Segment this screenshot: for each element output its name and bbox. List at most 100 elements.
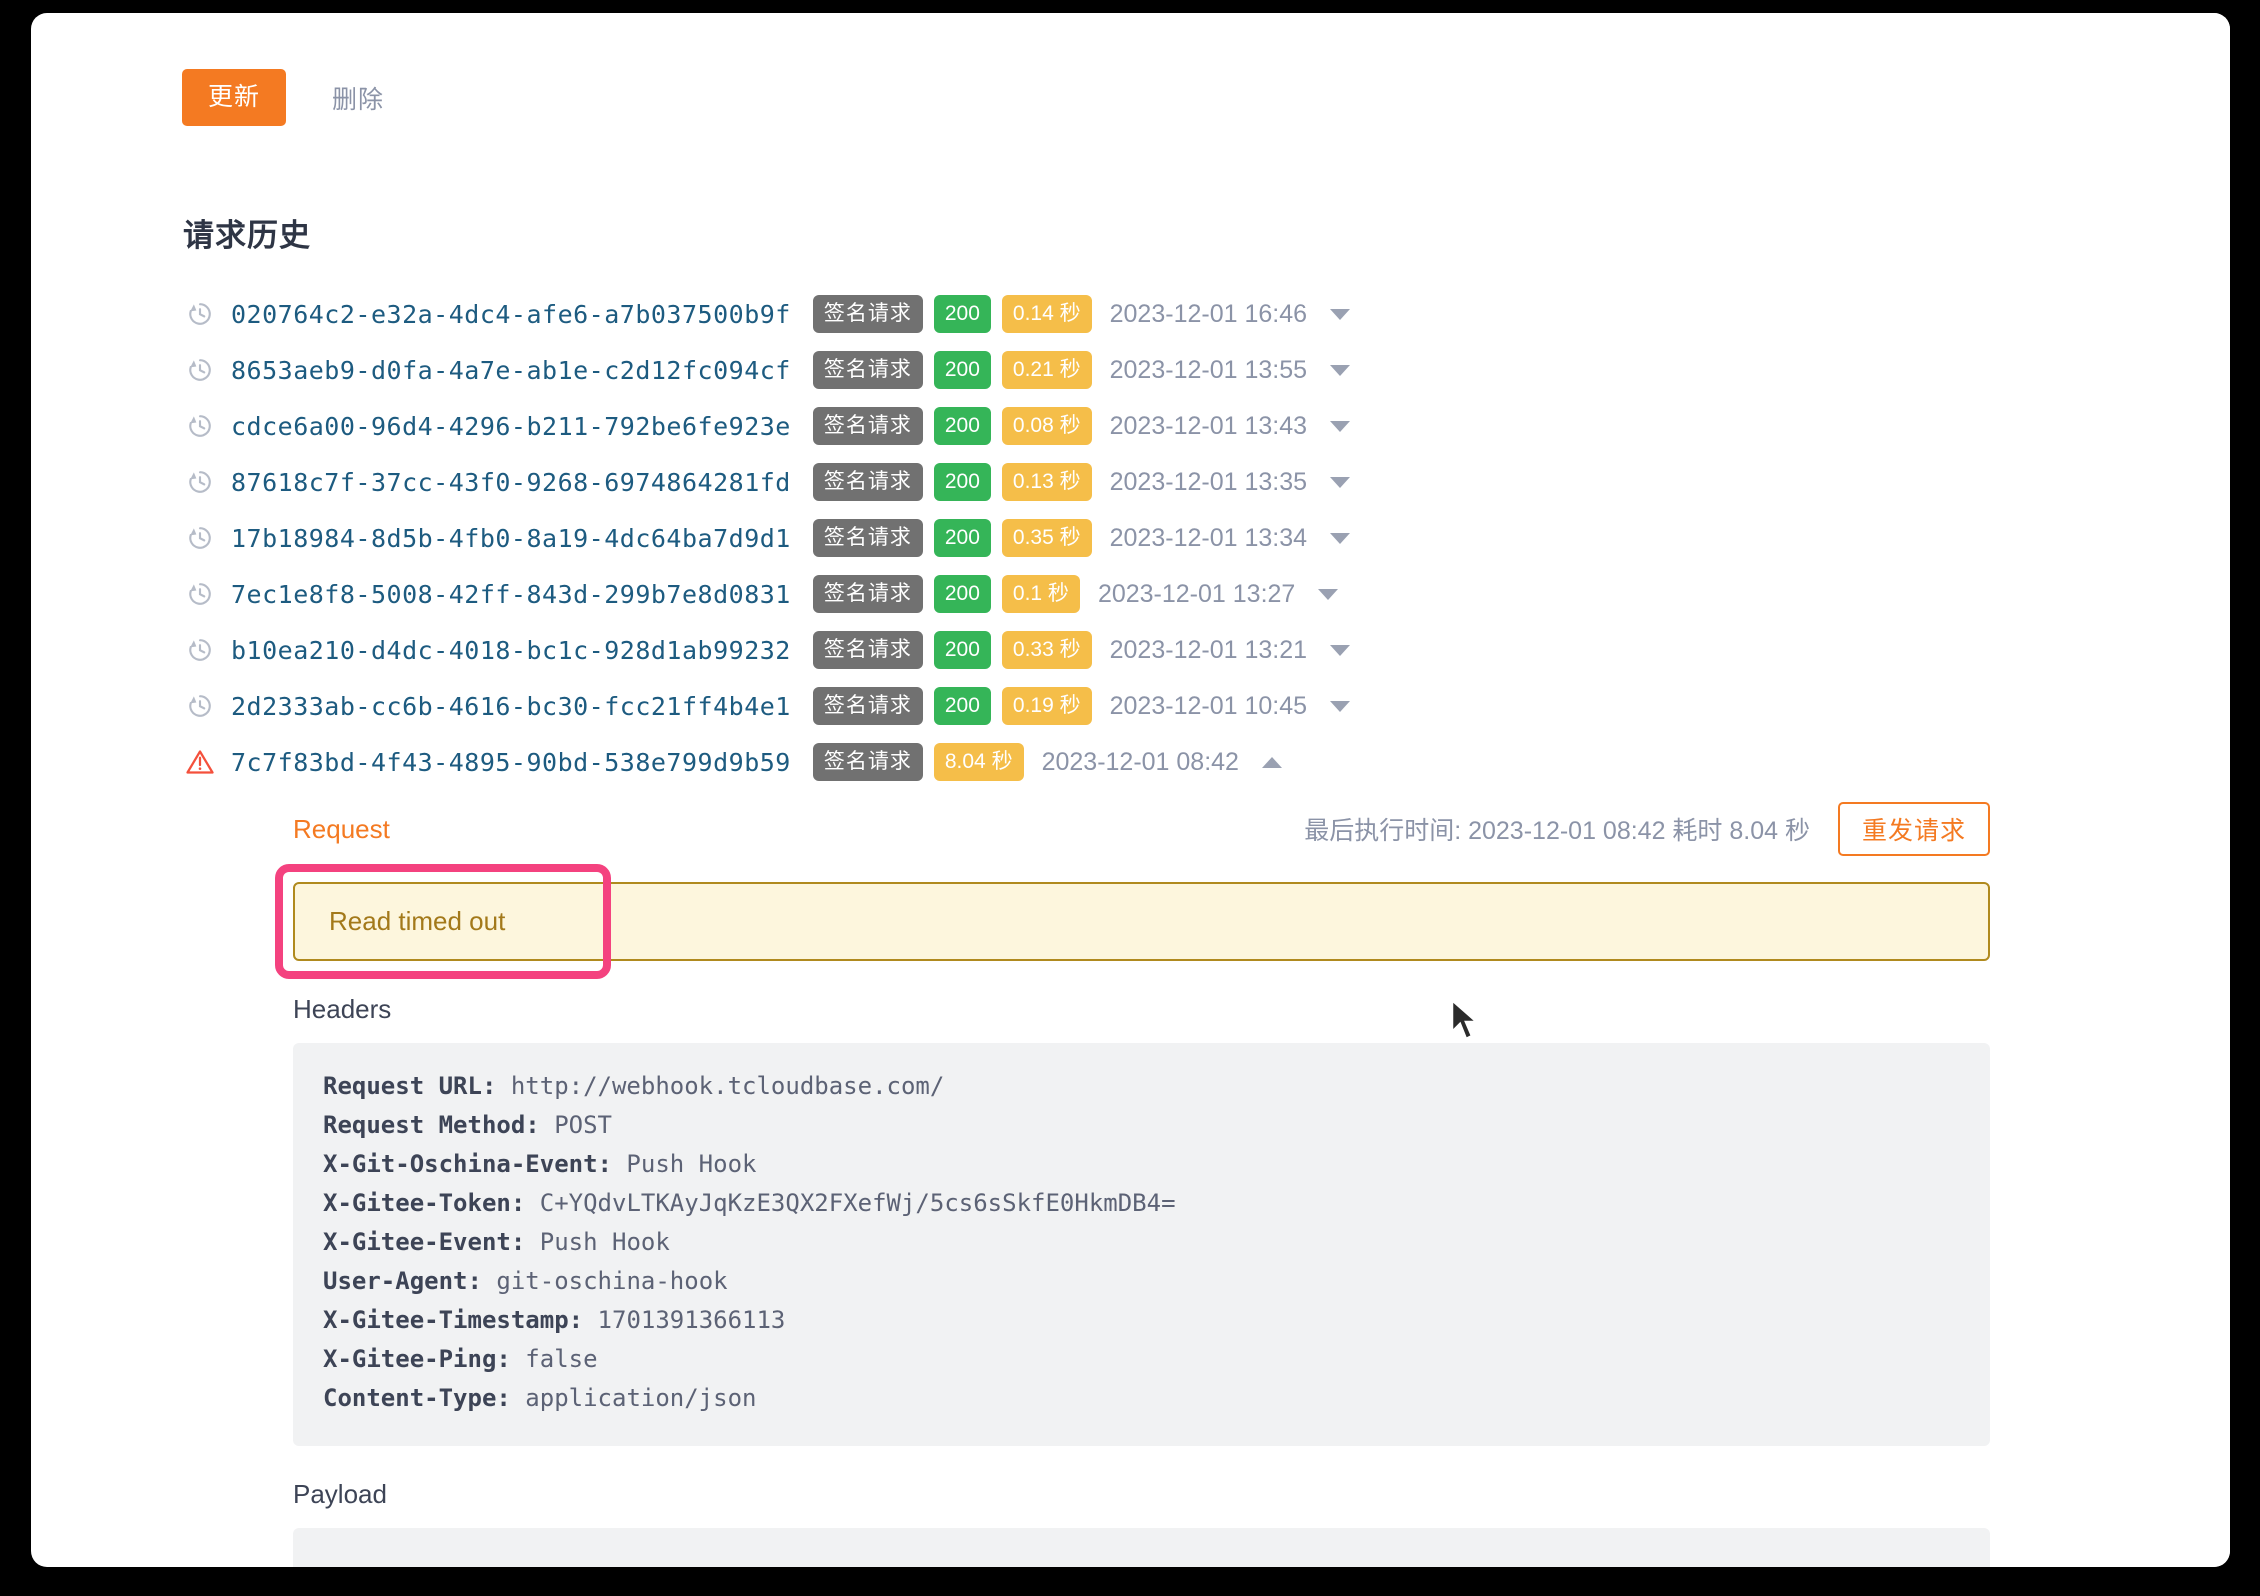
history-row[interactable]: 7c7f83bd-4f43-4895-90bd-538e799d9b59 签名请求… bbox=[183, 734, 2143, 790]
history-row[interactable]: 7ec1e8f8-5008-42ff-843d-299b7e8d0831 签名请求… bbox=[183, 566, 2143, 622]
request-type-badge: 签名请求 bbox=[812, 463, 923, 501]
duration-badge: 0.33 秒 bbox=[1001, 631, 1092, 669]
caret-glyph bbox=[1330, 476, 1351, 488]
history-row-badges: 签名请求 8.04 秒 bbox=[812, 743, 1024, 781]
history-row[interactable]: cdce6a00-96d4-4296-b211-792be6fe923e 签名请求… bbox=[183, 398, 2143, 454]
history-row-badges: 签名请求 200 0.14 秒 bbox=[812, 295, 1092, 333]
header-value: 1701391366113 bbox=[583, 1306, 786, 1334]
history-row-id-link[interactable]: cdce6a00-96d4-4296-b211-792be6fe923e bbox=[231, 412, 791, 441]
history-row[interactable]: b10ea210-d4dc-4018-bc1c-928d1ab99232 签名请求… bbox=[183, 622, 2143, 678]
chevron-down-icon[interactable] bbox=[1327, 525, 1353, 551]
caret-glyph bbox=[1330, 532, 1351, 544]
history-clock-icon bbox=[189, 695, 211, 717]
header-key: Request URL: bbox=[323, 1072, 497, 1100]
history-row[interactable]: 87618c7f-37cc-43f0-9268-6974864281fd 签名请求… bbox=[183, 454, 2143, 510]
payload-code-block bbox=[293, 1528, 1990, 1567]
history-row[interactable]: 8653aeb9-d0fa-4a7e-ab1e-c2d12fc094cf 签名请求… bbox=[183, 342, 2143, 398]
chevron-down-icon[interactable] bbox=[1327, 413, 1353, 439]
duration-badge: 0.14 秒 bbox=[1001, 295, 1092, 333]
caret-glyph bbox=[1330, 420, 1351, 432]
history-clock-icon bbox=[183, 297, 217, 331]
warning-triangle-icon bbox=[186, 750, 214, 774]
history-clock-icon bbox=[189, 415, 211, 437]
history-clock-icon bbox=[189, 359, 211, 381]
history-row-id-link[interactable]: 87618c7f-37cc-43f0-9268-6974864281fd bbox=[231, 468, 791, 497]
request-history-list: 020764c2-e32a-4dc4-afe6-a7b037500b9f 签名请求… bbox=[183, 286, 2143, 790]
error-alert-box: Read timed out bbox=[293, 882, 1990, 961]
history-clock-icon bbox=[183, 465, 217, 499]
error-alert-wrapper: Read timed out bbox=[275, 864, 1990, 979]
header-key: X-Gitee-Token: bbox=[323, 1189, 526, 1217]
duration-badge: 0.08 秒 bbox=[1001, 407, 1092, 445]
header-key: User-Agent: bbox=[323, 1267, 482, 1295]
history-row[interactable]: 2d2333ab-cc6b-4616-bc30-fcc21ff4b4e1 签名请求… bbox=[183, 678, 2143, 734]
header-line: X-Gitee-Token: C+YQdvLTKAyJqKzE3QX2FXefW… bbox=[323, 1184, 1960, 1223]
history-row-timestamp: 2023-12-01 16:46 bbox=[1109, 299, 1308, 328]
header-key: Request Method: bbox=[323, 1111, 540, 1139]
status-code-badge: 200 bbox=[933, 407, 991, 445]
history-row-badges: 签名请求 200 0.35 秒 bbox=[812, 519, 1092, 557]
history-row-id-link[interactable]: 7c7f83bd-4f43-4895-90bd-538e799d9b59 bbox=[231, 748, 791, 777]
action-toolbar: 更新 删除 bbox=[182, 69, 394, 126]
update-button[interactable]: 更新 bbox=[182, 69, 287, 126]
request-type-badge: 签名请求 bbox=[812, 631, 923, 669]
chevron-down-icon[interactable] bbox=[1327, 357, 1353, 383]
chevron-down-icon[interactable] bbox=[1327, 301, 1353, 327]
request-type-badge: 签名请求 bbox=[812, 687, 923, 725]
header-key: X-Gitee-Event: bbox=[323, 1228, 526, 1256]
duration-badge: 0.21 秒 bbox=[1001, 351, 1092, 389]
payload-section-label: Payload bbox=[293, 1479, 387, 1509]
history-row[interactable]: 020764c2-e32a-4dc4-afe6-a7b037500b9f 签名请求… bbox=[183, 286, 2143, 342]
page-content-pane: 更新 删除 请求历史 020764c2-e32a-4dc4-afe6-a7b03… bbox=[100, 13, 2230, 1567]
header-value: http://webhook.tcloudbase.com/ bbox=[496, 1072, 945, 1100]
chevron-down-icon[interactable] bbox=[1327, 693, 1353, 719]
header-key: X-Git-Oschina-Event: bbox=[323, 1150, 612, 1178]
resend-request-button[interactable]: 重发请求 bbox=[1837, 802, 1990, 856]
history-clock-icon bbox=[189, 639, 211, 661]
history-clock-icon bbox=[183, 633, 217, 667]
request-type-badge: 签名请求 bbox=[812, 407, 923, 445]
request-type-badge: 签名请求 bbox=[812, 351, 923, 389]
duration-badge: 0.19 秒 bbox=[1001, 687, 1092, 725]
header-line: Content-Type: application/json bbox=[323, 1379, 1960, 1418]
history-row-timestamp: 2023-12-01 13:21 bbox=[1109, 635, 1308, 664]
caret-glyph bbox=[1330, 700, 1351, 712]
chevron-up-icon[interactable] bbox=[1259, 749, 1285, 775]
history-row-id-link[interactable]: 2d2333ab-cc6b-4616-bc30-fcc21ff4b4e1 bbox=[231, 692, 791, 721]
request-type-badge: 签名请求 bbox=[812, 519, 923, 557]
header-value: Push Hook bbox=[611, 1150, 757, 1178]
chevron-down-icon[interactable] bbox=[1315, 581, 1341, 607]
header-value: false bbox=[510, 1345, 598, 1373]
header-value: application/json bbox=[510, 1384, 757, 1412]
history-row-id-link[interactable]: 17b18984-8d5b-4fb0-8a19-4dc64ba7d9d1 bbox=[231, 524, 791, 553]
history-row-timestamp: 2023-12-01 13:55 bbox=[1109, 355, 1308, 384]
duration-badge: 0.1 秒 bbox=[1001, 575, 1080, 613]
history-row[interactable]: 17b18984-8d5b-4fb0-8a19-4dc64ba7d9d1 签名请求… bbox=[183, 510, 2143, 566]
history-row-id-link[interactable]: 020764c2-e32a-4dc4-afe6-a7b037500b9f bbox=[231, 300, 791, 329]
history-row-timestamp: 2023-12-01 08:42 bbox=[1041, 747, 1239, 776]
history-clock-icon bbox=[183, 577, 217, 611]
history-clock-icon bbox=[189, 471, 211, 493]
tab-request[interactable]: Request bbox=[293, 814, 390, 845]
delete-button[interactable]: 删除 bbox=[322, 80, 394, 116]
header-key: X-Gitee-Ping: bbox=[323, 1345, 511, 1373]
history-clock-icon bbox=[183, 409, 217, 443]
history-row-id-link[interactable]: b10ea210-d4dc-4018-bc1c-928d1ab99232 bbox=[231, 636, 791, 665]
history-row-id-link[interactable]: 8653aeb9-d0fa-4a7e-ab1e-c2d12fc094cf bbox=[231, 356, 791, 385]
request-type-badge: 签名请求 bbox=[812, 743, 923, 781]
history-row-badges: 签名请求 200 0.21 秒 bbox=[812, 351, 1092, 389]
caret-glyph bbox=[1318, 588, 1339, 600]
history-row-badges: 签名请求 200 0.1 秒 bbox=[812, 575, 1080, 613]
chevron-down-icon[interactable] bbox=[1327, 469, 1353, 495]
history-row-id-link[interactable]: 7ec1e8f8-5008-42ff-843d-299b7e8d0831 bbox=[231, 580, 791, 609]
request-detail-panel: Request 最后执行时间: 2023-12-01 08:42 耗时 8.04… bbox=[183, 798, 1990, 1567]
header-line: X-Gitee-Event: Push Hook bbox=[323, 1223, 1960, 1262]
status-code-badge: 200 bbox=[933, 687, 991, 725]
caret-glyph bbox=[1261, 756, 1282, 768]
chevron-down-icon[interactable] bbox=[1327, 637, 1353, 663]
status-code-badge: 200 bbox=[933, 351, 991, 389]
status-code-badge: 200 bbox=[933, 631, 991, 669]
headers-code-block: Request URL: http://webhook.tcloudbase.c… bbox=[293, 1043, 1990, 1446]
duration-badge: 0.13 秒 bbox=[1001, 463, 1092, 501]
error-alert-text: Read timed out bbox=[329, 906, 506, 936]
